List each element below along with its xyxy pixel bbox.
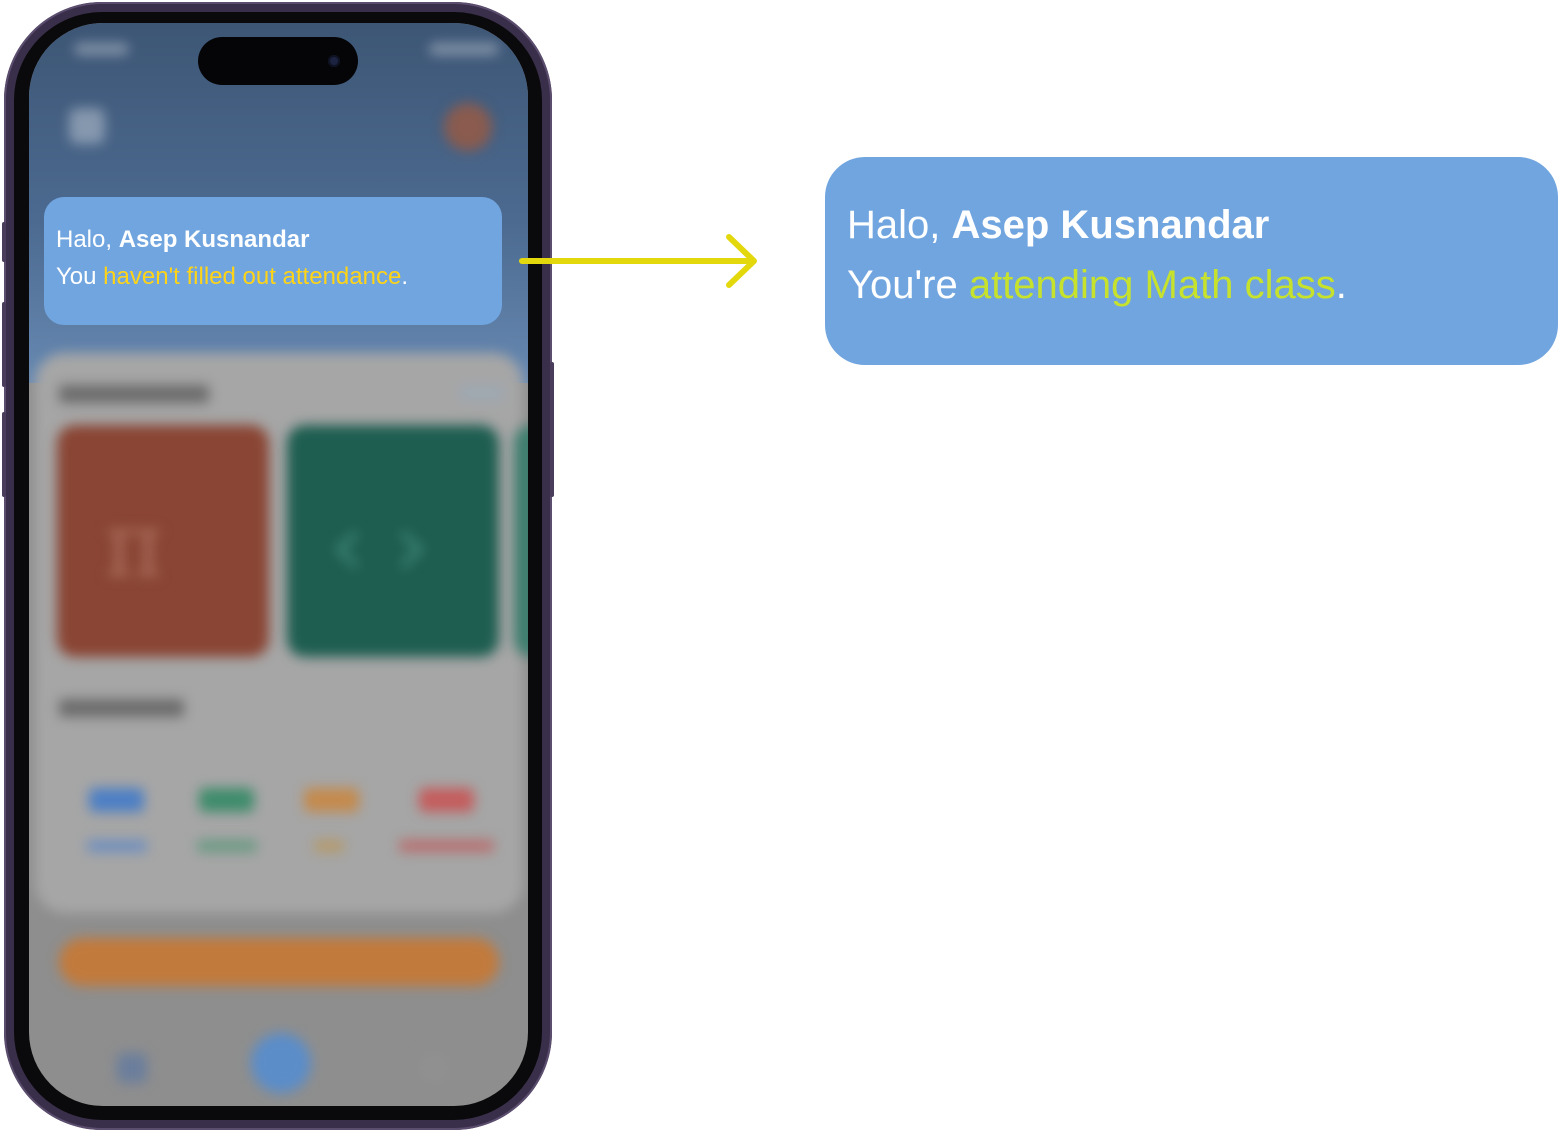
quick-action-icon[interactable]	[419, 788, 474, 812]
quick-action-icon[interactable]	[199, 788, 254, 812]
phone-volume-up	[2, 302, 6, 387]
message-suffix: .	[401, 263, 408, 290]
notification-greeting-line: Halo, Asep Kusnandar	[847, 195, 1558, 255]
notification-message-line: You haven't filled out attendance.	[56, 258, 502, 295]
phone-power-button	[550, 362, 554, 497]
camera-icon	[328, 55, 340, 67]
quick-action-label	[399, 840, 494, 852]
attendance-notification-pending[interactable]: Halo, Asep Kusnandar You haven't filled …	[44, 197, 502, 325]
tab-center-button[interactable]	[251, 1033, 311, 1093]
avatar[interactable]	[444, 103, 492, 151]
phone-side-button	[2, 222, 6, 262]
header-icon[interactable]	[69, 108, 105, 144]
quick-action-label	[87, 840, 147, 852]
message-prefix: You're	[847, 263, 969, 307]
user-name: Asep Kusnandar	[118, 226, 310, 253]
section-title	[59, 385, 209, 403]
status-bar-indicators	[429, 43, 499, 55]
message-highlight: haven't filled out attendance	[103, 263, 402, 290]
attendance-notification-confirmed[interactable]: Halo, Asep Kusnandar You're attending Ma…	[825, 157, 1558, 365]
section-title-2	[59, 699, 184, 717]
tab-home-icon[interactable]	[117, 1053, 147, 1083]
quick-action-label	[314, 840, 344, 852]
quick-action-icon[interactable]	[89, 788, 144, 812]
message-prefix: You	[56, 263, 104, 290]
message-suffix: .	[1335, 263, 1347, 307]
quick-action-label	[197, 840, 257, 852]
class-tile-partial[interactable]	[514, 425, 528, 657]
phone-screen: π ‹ ›	[29, 23, 528, 1106]
message-highlight: attending Math class	[968, 263, 1336, 307]
phone-volume-down	[2, 412, 6, 497]
pi-icon: π	[104, 493, 164, 598]
banner-button[interactable]	[59, 938, 499, 986]
notification-greeting-line: Halo, Asep Kusnandar	[56, 221, 502, 258]
quick-action-icon[interactable]	[304, 788, 359, 812]
dynamic-island	[198, 37, 358, 85]
code-brackets-icon: ‹ ›	[329, 493, 430, 598]
greeting-text: Halo,	[56, 226, 119, 253]
greeting-text: Halo,	[847, 203, 952, 247]
user-name: Asep Kusnandar	[951, 203, 1270, 247]
section-link[interactable]	[459, 385, 504, 401]
status-bar-time	[74, 43, 129, 55]
arrow-right-icon	[519, 234, 757, 288]
tab-profile-icon[interactable]	[419, 1053, 449, 1083]
notification-message-line: You're attending Math class.	[847, 255, 1558, 315]
